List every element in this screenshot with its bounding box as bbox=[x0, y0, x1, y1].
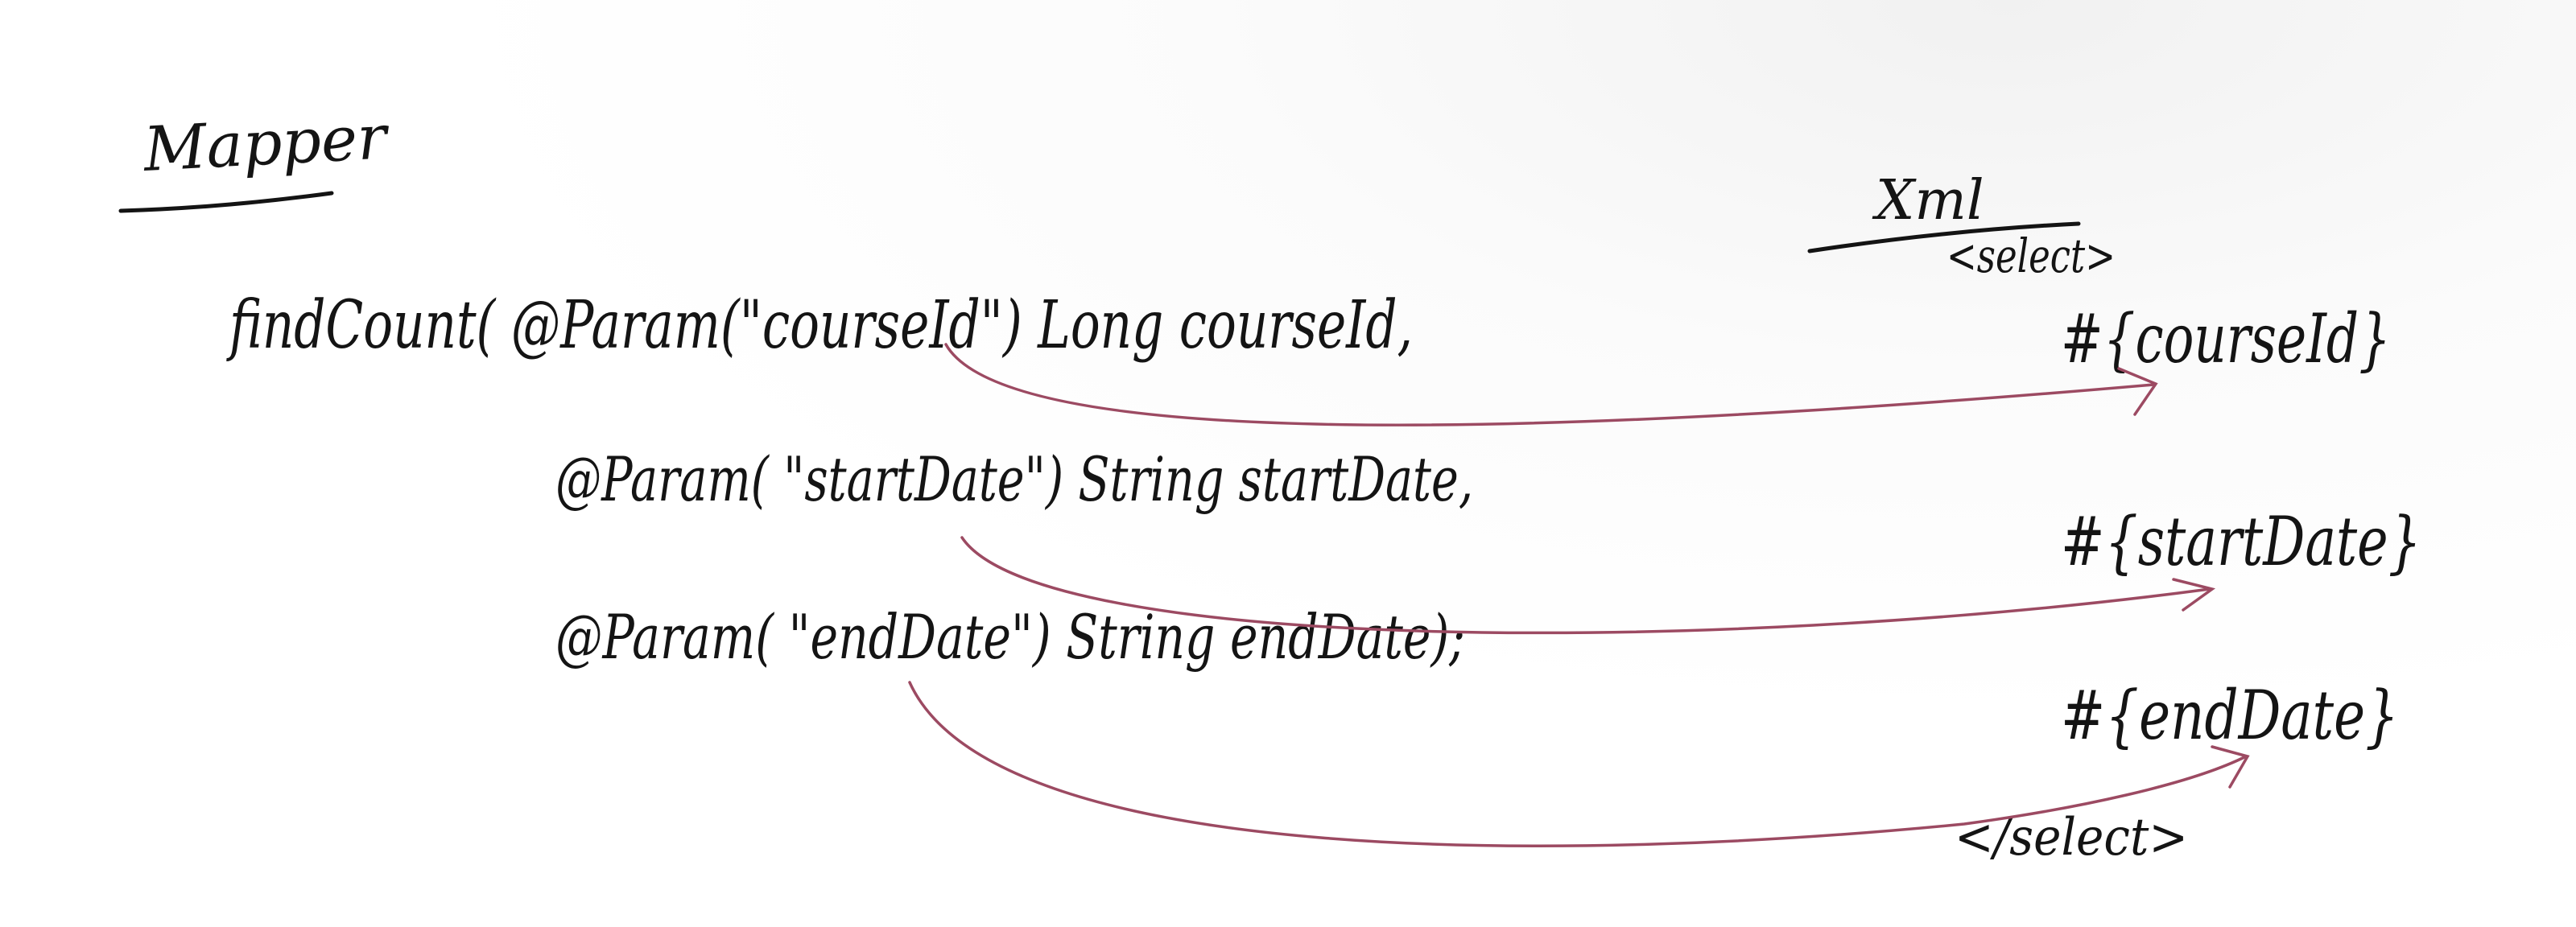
xml-heading: Xml bbox=[1872, 169, 1984, 233]
mapper-method-line-1: findCount( @Param("courseId") Long cours… bbox=[226, 287, 1413, 364]
mapper-method-line-2: @Param( "startDate") String startDate, bbox=[555, 443, 1473, 515]
mapper-heading: Mapper bbox=[140, 101, 392, 185]
xml-param-end-date: #{endDate} bbox=[2061, 676, 2399, 755]
handwritten-diagram: Mapper findCount( @Param("courseId") Lon… bbox=[118, 101, 2421, 867]
whiteboard-canvas: Mapper findCount( @Param("courseId") Lon… bbox=[0, 0, 2576, 927]
xml-param-course-id: #{courseId} bbox=[2061, 299, 2391, 378]
select-close-tag: </select> bbox=[1955, 808, 2188, 867]
xml-param-start-date: #{startDate} bbox=[2061, 502, 2421, 581]
arrow-start-date-head bbox=[2172, 578, 2216, 612]
mapper-heading-underline bbox=[118, 191, 334, 213]
select-open-tag: <select> bbox=[1946, 229, 2116, 283]
mapper-method-line-3: @Param( "endDate") String endDate); bbox=[555, 601, 1465, 673]
